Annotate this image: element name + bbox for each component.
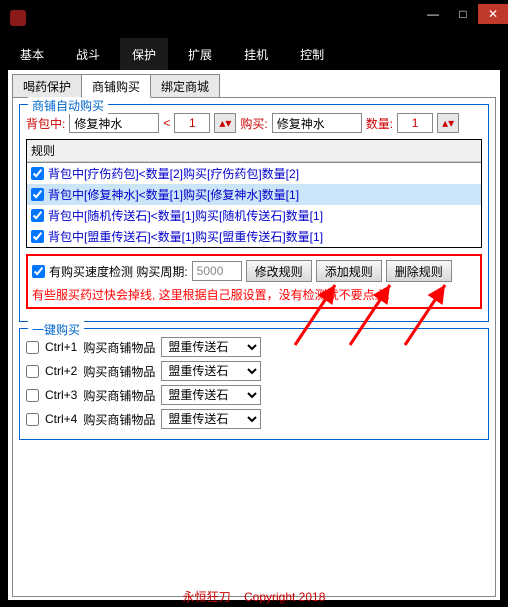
hotkey-key: Ctrl+3 [45, 388, 77, 402]
hotkey-checkbox[interactable] [26, 341, 39, 354]
tab-hang[interactable]: 挂机 [232, 38, 280, 70]
rules-header: 规则 [27, 140, 481, 162]
subtab-bound[interactable]: 绑定商城 [150, 74, 220, 98]
tab-basic[interactable]: 基本 [8, 38, 56, 70]
qty-label: 数量: [366, 115, 393, 132]
rules-box: 规则 背包中[疗伤药包]<数量[2]购买[疗伤药包]数量[2] 背包中[修复神水… [26, 139, 482, 248]
buy-item-input[interactable] [272, 113, 362, 133]
hotkey-item-select[interactable]: 盟重传送石 [161, 361, 261, 381]
hotkey-key: Ctrl+2 [45, 364, 77, 378]
rule-text: 背包中[盟重传送石]<数量[1]购买[盟重传送石]数量[1] [48, 228, 323, 245]
qty-spinner[interactable]: ▴▾ [437, 113, 459, 133]
qty-value-input[interactable] [397, 113, 433, 133]
hotkey-row: Ctrl+2 购买商铺物品 盟重传送石 [26, 361, 482, 381]
rule-text: 背包中[随机传送石]<数量[1]购买[随机传送石]数量[1] [48, 207, 323, 224]
hotkey-key: Ctrl+1 [45, 340, 77, 354]
hotkey-text: 购买商铺物品 [83, 411, 155, 428]
hotkey-checkbox[interactable] [26, 365, 39, 378]
tab-combat[interactable]: 战斗 [64, 38, 112, 70]
speed-label: 有购买速度检测 购买周期: [49, 263, 188, 280]
rules-list: 背包中[疗伤药包]<数量[2]购买[疗伤药包]数量[2] 背包中[修复神水]<数… [27, 162, 481, 247]
rule-row[interactable]: 背包中[修复神水]<数量[1]购买[修复神水]数量[1] [27, 184, 481, 205]
hotkey-checkbox[interactable] [26, 413, 39, 426]
delete-rule-button[interactable]: 删除规则 [386, 260, 452, 282]
rule-checkbox[interactable] [31, 188, 44, 201]
autobuy-fieldset: 商铺自动购买 背包中: < ▴▾ 购买: 数量: ▴▾ 规则 背包中[疗伤药包]… [19, 104, 489, 322]
speed-box: 有购买速度检测 购买周期: 修改规则 添加规则 删除规则 有些服买药过快会掉线,… [26, 254, 482, 309]
hotkey-item-select[interactable]: 盟重传送石 [161, 337, 261, 357]
hotkey-fieldset: 一键购买 Ctrl+1 购买商铺物品 盟重传送石 Ctrl+2 购买商铺物品 盟… [19, 328, 489, 440]
hotkey-row: Ctrl+4 购买商铺物品 盟重传送石 [26, 409, 482, 429]
autobuy-legend: 商铺自动购买 [28, 97, 108, 114]
hotkey-row: Ctrl+1 购买商铺物品 盟重传送石 [26, 337, 482, 357]
bag-item-input[interactable] [69, 113, 159, 133]
lt-label: < [163, 116, 170, 130]
lt-spinner[interactable]: ▴▾ [214, 113, 236, 133]
add-rule-button[interactable]: 添加规则 [316, 260, 382, 282]
tab-control[interactable]: 控制 [288, 38, 336, 70]
main-tab-bar: 基本 战斗 保护 扩展 挂机 控制 [0, 38, 508, 70]
subtab-potion[interactable]: 喝药保护 [12, 74, 82, 98]
maximize-button[interactable]: □ [448, 4, 478, 24]
hotkey-text: 购买商铺物品 [83, 339, 155, 356]
footer-brand: 永恒狂刀 [183, 590, 231, 604]
rule-row[interactable]: 背包中[疗伤药包]<数量[2]购买[疗伤药包]数量[2] [27, 163, 481, 184]
footer: 永恒狂刀 Copyright 2018 [0, 588, 508, 605]
lt-value-input[interactable] [174, 113, 210, 133]
speed-check[interactable] [32, 265, 45, 278]
rule-checkbox[interactable] [31, 230, 44, 243]
titlebar: — □ ✕ [0, 0, 508, 28]
minimize-button[interactable]: — [418, 4, 448, 24]
rule-text: 背包中[疗伤药包]<数量[2]购买[疗伤药包]数量[2] [48, 165, 299, 182]
rule-checkbox[interactable] [31, 209, 44, 222]
rule-checkbox[interactable] [31, 167, 44, 180]
rule-row[interactable]: 背包中[随机传送石]<数量[1]购买[随机传送石]数量[1] [27, 205, 481, 226]
subtab-shop[interactable]: 商铺购买 [81, 74, 151, 98]
tab-protect[interactable]: 保护 [120, 38, 168, 70]
bag-label: 背包中: [26, 115, 65, 132]
content-panel: 喝药保护 商铺购买 绑定商城 商铺自动购买 背包中: < ▴▾ 购买: 数量: … [8, 70, 500, 600]
hotkey-item-select[interactable]: 盟重传送石 [161, 385, 261, 405]
hotkey-text: 购买商铺物品 [83, 363, 155, 380]
hotkey-key: Ctrl+4 [45, 412, 77, 426]
hotkey-text: 购买商铺物品 [83, 387, 155, 404]
hotkey-row: Ctrl+3 购买商铺物品 盟重传送石 [26, 385, 482, 405]
speed-warning: 有些服买药过快会掉线, 这里根据自己服设置，没有检测就不要点上. [32, 286, 476, 303]
app-icon [10, 10, 26, 26]
hotkey-checkbox[interactable] [26, 389, 39, 402]
hotkey-item-select[interactable]: 盟重传送石 [161, 409, 261, 429]
buy-label: 购买: [240, 115, 267, 132]
hotkey-legend: 一键购买 [28, 321, 84, 338]
footer-copyright: Copyright 2018 [244, 590, 325, 604]
tab-extend[interactable]: 扩展 [176, 38, 224, 70]
close-button[interactable]: ✕ [478, 4, 508, 24]
tab-panel: 商铺自动购买 背包中: < ▴▾ 购买: 数量: ▴▾ 规则 背包中[疗伤药包]… [12, 97, 496, 597]
edit-rule-button[interactable]: 修改规则 [246, 260, 312, 282]
sub-tab-bar: 喝药保护 商铺购买 绑定商城 [12, 74, 496, 98]
period-input[interactable] [192, 261, 242, 281]
rule-row[interactable]: 背包中[盟重传送石]<数量[1]购买[盟重传送石]数量[1] [27, 226, 481, 247]
rule-text: 背包中[修复神水]<数量[1]购买[修复神水]数量[1] [48, 186, 299, 203]
